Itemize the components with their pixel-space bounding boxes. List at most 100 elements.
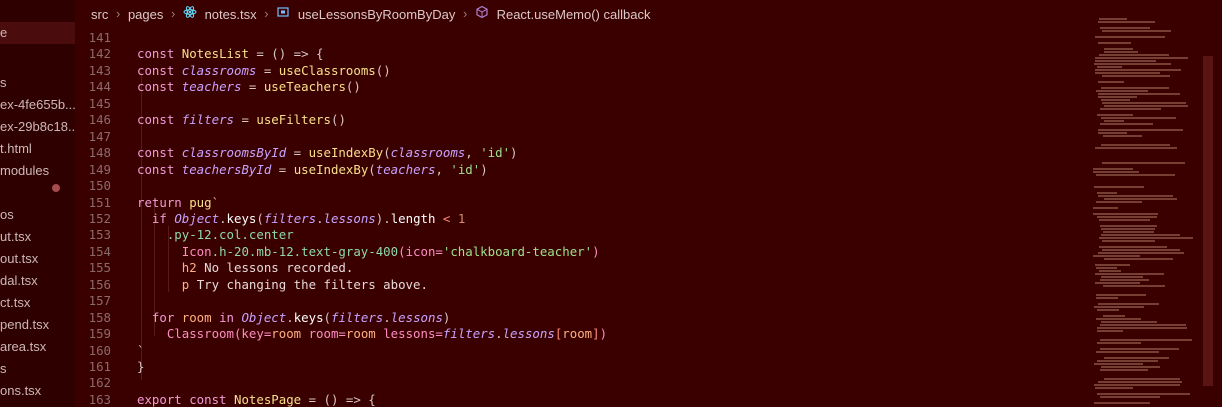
minimap-line [1104, 105, 1188, 107]
minimap-line [1100, 108, 1161, 110]
minimap-line [1095, 273, 1164, 275]
explorer-sidebar: e s ex-4fe655b... ex-29b8c18... t.html module… [0, 0, 75, 407]
minimap-line [1099, 270, 1121, 272]
minimap[interactable] [1093, 18, 1213, 407]
minimap-line [1098, 42, 1131, 44]
sidebar-file-item[interactable]: ut.tsx [0, 226, 31, 248]
sidebar-file-item[interactable]: e [0, 22, 75, 44]
minimap-line [1101, 228, 1155, 230]
minimap-line [1095, 72, 1160, 74]
sidebar-file-item[interactable]: t.html [0, 138, 32, 160]
code-text: export const NotesPage = () => { [137, 389, 376, 407]
minimap-line [1101, 99, 1130, 101]
minimap-line [1098, 132, 1127, 134]
minimap-line [1095, 387, 1133, 389]
minimap-line [1100, 225, 1157, 227]
sidebar-file-item[interactable]: out.tsx [0, 248, 38, 270]
minimap-line [1101, 117, 1176, 119]
minimap-line [1096, 90, 1148, 92]
minimap-line [1098, 195, 1173, 197]
code-editor[interactable]: 141 142 const NotesList = () => {143 const … [75, 28, 1085, 407]
minimap-line [1101, 321, 1157, 323]
minimap-line [1094, 186, 1144, 188]
sidebar-file-item[interactable]: dal.tsx [0, 270, 38, 292]
chevron-right-icon: › [170, 6, 176, 21]
sidebar-file-item[interactable]: os [0, 204, 14, 226]
minimap-line [1094, 384, 1180, 386]
symbol-variable-icon [276, 1, 290, 29]
chevron-right-icon: › [264, 6, 269, 21]
minimap-line [1099, 237, 1193, 239]
sidebar-file-item[interactable]: ct.tsx [0, 292, 30, 314]
minimap-line [1097, 192, 1117, 194]
minimap-line [1098, 93, 1180, 95]
minimap-line [1101, 234, 1180, 236]
sidebar-file-item[interactable]: ex-4fe655b... [0, 94, 75, 116]
minimap-line [1100, 324, 1186, 326]
chevron-right-icon: › [462, 6, 468, 21]
chevron-right-icon: › [115, 6, 121, 21]
minimap-line [1100, 369, 1148, 371]
sidebar-file-item[interactable]: area.tsx [0, 336, 46, 358]
sidebar-file-item[interactable]: ex-29b8c18... [0, 116, 75, 138]
breadcrumb-callback[interactable]: React.useMemo() callback [497, 1, 651, 29]
minimap-line [1093, 213, 1158, 215]
minimap-line [1101, 144, 1170, 146]
minimap-line [1097, 330, 1123, 332]
minimap-line [1102, 162, 1185, 164]
minimap-line [1093, 207, 1118, 209]
minimap-line [1098, 381, 1182, 383]
minimap-line [1103, 315, 1125, 317]
minimap-line [1102, 102, 1186, 104]
minimap-line [1094, 402, 1150, 404]
breadcrumb-src[interactable]: src [91, 1, 108, 29]
minimap-line [1097, 342, 1141, 344]
minimap-line [1096, 297, 1118, 299]
minimap-line [1104, 378, 1180, 380]
minimap-line [1093, 168, 1133, 170]
minimap-line [1093, 171, 1139, 173]
minimap-line [1102, 75, 1170, 77]
minimap-line [1104, 120, 1124, 122]
minimap-line [1102, 249, 1180, 251]
minimap-line [1099, 54, 1169, 56]
minimap-line [1101, 366, 1160, 368]
sidebar-file-item[interactable]: ons.tsx [0, 380, 41, 402]
minimap-line [1097, 114, 1133, 116]
sidebar-file-item[interactable]: s [0, 358, 7, 380]
minimap-line [1095, 147, 1177, 149]
minimap-line [1098, 252, 1184, 254]
line-number: 163 [88, 391, 111, 407]
scrollbar-thumb[interactable] [1203, 56, 1213, 386]
react-icon [183, 1, 197, 29]
breadcrumb-pages[interactable]: pages [128, 1, 163, 29]
breadcrumb: src › pages › notes.tsx › useLessonsByRo… [75, 0, 1222, 28]
minimap-line [1100, 348, 1179, 350]
minimap-line [1097, 327, 1187, 329]
minimap-line [1100, 279, 1149, 281]
minimap-line [1100, 27, 1150, 29]
sidebar-file-item[interactable]: s [0, 72, 7, 94]
minimap-line [1097, 216, 1157, 218]
minimap-line [1095, 60, 1156, 62]
sidebar-file-item[interactable]: pend.tsx [0, 314, 49, 336]
minimap-line [1099, 219, 1150, 221]
minimap-line [1098, 303, 1159, 305]
breadcrumb-file[interactable]: notes.tsx [205, 1, 257, 29]
symbol-method-icon [475, 1, 489, 29]
minimap-line [1096, 174, 1175, 176]
minimap-line [1096, 267, 1117, 269]
minimap-line [1096, 351, 1159, 353]
minimap-line [1104, 51, 1138, 53]
minimap-line [1095, 57, 1188, 59]
sidebar-file-item[interactable]: modules [0, 160, 49, 182]
minimap-line [1098, 81, 1124, 83]
breadcrumb-symbol[interactable]: useLessonsByRoomByDay [298, 1, 456, 29]
minimap-line [1102, 30, 1171, 32]
minimap-line [1103, 231, 1154, 233]
minimap-line [1095, 282, 1140, 284]
minimap-line [1104, 48, 1133, 50]
minimap-line [1099, 246, 1167, 248]
minimap-line [1094, 63, 1171, 65]
minimap-line [1094, 363, 1143, 365]
